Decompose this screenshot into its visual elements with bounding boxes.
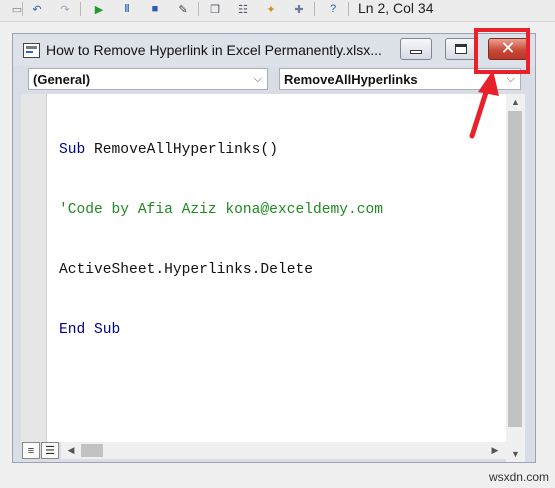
run-icon[interactable]: ▶ — [90, 1, 108, 17]
watermark: wsxdn.com — [488, 470, 549, 484]
margin-indicator-bar[interactable] — [21, 94, 46, 442]
scroll-down-icon[interactable]: ▼ — [506, 446, 525, 462]
full-module-view-icon: ☰ — [45, 445, 55, 457]
full-module-view-button[interactable]: ☰ — [41, 442, 59, 459]
window-title: How to Remove Hyperlink in Excel Permane… — [46, 42, 382, 58]
code-line-end-sub: End Sub — [59, 322, 121, 338]
vbe-toolbar: ▭ ↶ ↷ ▶ ǁ ■ ✎ ❒ ☷ ✦ ✚ ? Ln 2, Col 34 — [0, 0, 555, 22]
module-icon — [23, 43, 40, 58]
object-dropdown[interactable]: (General) ⌵ — [28, 68, 268, 90]
horizontal-scrollbar[interactable]: ◀ ▶ — [61, 442, 506, 459]
code-line: Sub RemoveAllHyperlinks() — [59, 140, 383, 160]
undo-icon[interactable]: ↶ — [28, 1, 46, 17]
keyword: Sub — [59, 142, 86, 158]
vertical-scroll-thumb[interactable] — [508, 111, 522, 427]
pause-icon[interactable]: ǁ — [118, 1, 136, 17]
reset-icon[interactable]: ■ — [146, 1, 164, 17]
properties-icon[interactable]: ☷ — [234, 1, 252, 17]
help-icon[interactable]: ? — [324, 1, 342, 17]
view-excel-icon[interactable]: ▭ — [8, 1, 26, 17]
scroll-up-icon[interactable]: ▲ — [506, 94, 525, 110]
code-window-titlebar[interactable]: How to Remove Hyperlink in Excel Permane… — [13, 34, 535, 66]
minimize-icon — [410, 50, 422, 54]
cursor-position-status: Ln 2, Col 34 — [358, 0, 434, 16]
project-explorer-icon[interactable]: ❒ — [206, 1, 224, 17]
procedure-dropdown-value: RemoveAllHyperlinks — [284, 72, 418, 87]
chevron-down-icon[interactable]: ⌵ — [507, 73, 515, 86]
procedure-view-icon: ≡ — [27, 444, 35, 457]
code-window: How to Remove Hyperlink in Excel Permane… — [12, 33, 536, 463]
scroll-right-icon[interactable]: ▶ — [487, 442, 503, 459]
procedure-view-button[interactable]: ≡ — [22, 442, 40, 459]
close-button-highlight — [474, 28, 530, 74]
maximize-icon — [455, 44, 467, 54]
object-dropdown-value: (General) — [33, 72, 91, 87]
chevron-down-icon[interactable]: ⌵ — [254, 73, 262, 86]
scroll-left-icon[interactable]: ◀ — [63, 442, 79, 459]
code-editor[interactable]: Sub RemoveAllHyperlinks() 'Code by Afia … — [46, 94, 506, 442]
redo-icon[interactable]: ↷ — [56, 1, 74, 17]
object-browser-icon[interactable]: ✦ — [262, 1, 280, 17]
toolbar-separator — [22, 2, 23, 16]
toolbar-separator — [198, 2, 199, 16]
toolbar-separator — [314, 2, 315, 16]
toolbar-separator — [348, 2, 349, 16]
minimize-button[interactable] — [400, 38, 432, 60]
maximize-button[interactable] — [445, 38, 477, 60]
design-mode-icon[interactable]: ✎ — [174, 1, 192, 17]
procedure-name: RemoveAllHyperlinks() — [85, 142, 278, 158]
code-line: ActiveSheet.Hyperlinks.Delete — [59, 262, 313, 278]
horizontal-scroll-thumb[interactable] — [81, 444, 103, 457]
vertical-scrollbar[interactable]: ▲ ▼ — [506, 94, 525, 462]
toolbox-icon[interactable]: ✚ — [290, 1, 308, 17]
code-comment: 'Code by Afia Aziz kona@exceldemy.com — [59, 202, 384, 218]
code-text[interactable]: Sub RemoveAllHyperlinks() 'Code by Afia … — [59, 100, 383, 380]
toolbar-separator — [80, 2, 81, 16]
